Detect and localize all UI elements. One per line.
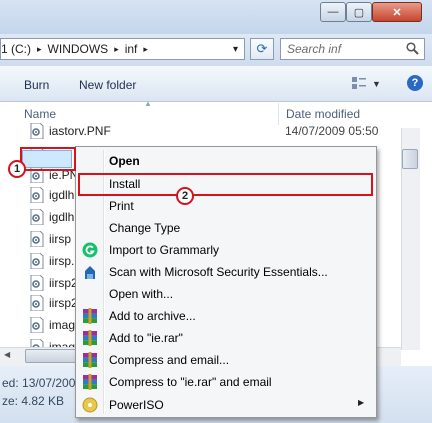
annotation-badge-1: 1	[8, 160, 26, 178]
breadcrumb-separator[interactable]: ▸	[114, 44, 119, 55]
submenu-arrow-icon: ▶	[358, 398, 365, 407]
breadcrumb-separator[interactable]: ▸	[143, 44, 148, 55]
burn-button[interactable]: Burn	[24, 78, 49, 92]
breadcrumb-windows[interactable]: WINDOWS	[48, 42, 109, 56]
file-date: 14/07/2009 05:50	[285, 124, 379, 138]
help-icon[interactable]: ?	[407, 75, 423, 91]
column-header-date[interactable]: Date modified	[286, 107, 360, 121]
settings-file-icon	[30, 186, 44, 204]
winrar-icon	[82, 330, 98, 346]
sort-ascending-icon: ▲	[144, 99, 152, 108]
view-options-icon[interactable]	[352, 76, 366, 90]
date-created-label: ed: 13/07/200	[2, 376, 76, 390]
winrar-icon	[82, 308, 98, 324]
search-icon[interactable]	[406, 42, 419, 55]
breadcrumb-separator[interactable]: ▸	[37, 44, 42, 55]
close-button[interactable]: ✕	[372, 2, 422, 22]
winrar-icon	[82, 374, 98, 390]
annotation-box-2	[78, 173, 373, 196]
menu-item-add-to-rar[interactable]: Add to "ie.rar"	[109, 328, 183, 348]
minimize-button[interactable]: —	[320, 2, 346, 22]
settings-file-icon	[30, 274, 44, 292]
size-label: ze: 4.82 KB	[2, 394, 65, 408]
file-name: iirsp2	[49, 296, 78, 310]
breadcrumb-inf[interactable]: inf	[125, 42, 138, 56]
winrar-icon	[82, 352, 98, 368]
view-dropdown-icon[interactable]: ▼	[372, 79, 381, 89]
file-name: igdlh.	[49, 210, 78, 224]
file-name: igdlh	[49, 188, 75, 202]
refresh-icon[interactable]: ⟳	[250, 38, 274, 60]
menu-item-print[interactable]: Print	[109, 196, 134, 216]
file-row[interactable]: igdlh	[30, 185, 74, 205]
file-row[interactable]: iirsp	[30, 229, 71, 249]
file-row[interactable]: image	[30, 315, 82, 335]
poweriso-icon	[82, 397, 98, 413]
breadcrumb-drive[interactable]: 1 (C:)	[1, 42, 31, 56]
new-folder-button[interactable]: New folder	[79, 78, 136, 92]
file-row[interactable]: igdlh.	[30, 207, 78, 227]
menu-item-change-type[interactable]: Change Type	[109, 218, 180, 238]
column-divider[interactable]	[278, 103, 279, 125]
menu-item-scan-security-essentials[interactable]: Scan with Microsoft Security Essentials.…	[109, 262, 328, 282]
grammarly-icon	[82, 242, 98, 258]
file-row[interactable]: iastorv.PNF	[30, 121, 111, 141]
search-input[interactable]: Search inf	[280, 38, 425, 60]
scroll-left-icon[interactable]: ◀	[4, 350, 10, 359]
address-dropdown-icon[interactable]: ▾	[233, 44, 238, 55]
security-essentials-icon	[82, 264, 98, 280]
settings-file-icon	[30, 208, 44, 226]
menu-item-poweriso[interactable]: PowerISO	[109, 395, 164, 415]
search-placeholder: Search inf	[287, 42, 342, 56]
settings-file-icon	[30, 252, 44, 270]
command-bar	[0, 66, 432, 102]
settings-file-icon	[30, 230, 44, 248]
menu-item-open[interactable]: Open	[109, 151, 140, 171]
file-row[interactable]: iirsp2	[30, 273, 78, 293]
settings-file-icon	[30, 294, 44, 312]
menu-item-add-to-archive[interactable]: Add to archive...	[109, 306, 196, 326]
menu-item-compress-rar-email[interactable]: Compress to "ie.rar" and email	[109, 372, 272, 392]
settings-file-icon	[30, 122, 44, 140]
file-name: iastorv.PNF	[49, 124, 111, 138]
address-bar[interactable]: 1 (C:) ▸ WINDOWS ▸ inf ▸ ▾	[0, 38, 245, 60]
file-name: iirsp2	[49, 276, 78, 290]
settings-file-icon	[30, 316, 44, 334]
annotation-badge-2: 2	[176, 187, 194, 205]
file-row[interactable]: iirsp2	[30, 293, 78, 313]
menu-item-open-with[interactable]: Open with...	[109, 284, 173, 304]
menu-item-import-grammarly[interactable]: Import to Grammarly	[109, 240, 219, 260]
annotation-box-1	[20, 147, 76, 171]
vertical-scroll-thumb[interactable]	[402, 149, 418, 169]
file-name: iirsp	[49, 232, 72, 246]
menu-item-compress-email[interactable]: Compress and email...	[109, 350, 229, 370]
maximize-button[interactable]: ▢	[346, 2, 372, 22]
column-header-name[interactable]: Name	[24, 107, 56, 121]
